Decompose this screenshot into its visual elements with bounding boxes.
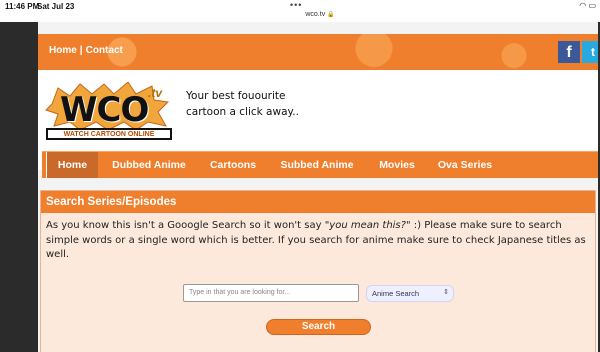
top-link-separator: | <box>79 45 83 56</box>
top-links: Home | Contact <box>49 45 123 56</box>
logo-text: WCO <box>60 90 149 130</box>
search-type-value: Anime Search <box>372 289 420 298</box>
nav-item-dubbed-anime[interactable]: Dubbed Anime <box>102 152 196 178</box>
search-type-select[interactable]: Anime Search ⇕ <box>366 285 454 302</box>
logo-banner: WATCH CARTOON ONLINE <box>46 128 172 140</box>
top-bar: Home | Contact f t <box>38 34 598 70</box>
wifi-battery-icons: ◠ ▭ <box>579 1 596 10</box>
main-nav: Home Dubbed Anime Cartoons Subbed Anime … <box>42 151 598 178</box>
lock-icon: 🔒 <box>327 12 335 18</box>
nav-item-home[interactable]: Home <box>46 152 98 178</box>
tagline-line-2: cartoon a click away.. <box>186 106 299 118</box>
search-button[interactable]: Search <box>266 319 371 335</box>
battery-icon: ▭ <box>588 1 596 10</box>
description-quote: "you mean this?" <box>324 220 411 231</box>
search-panel-title: Search Series/Episodes <box>41 191 595 213</box>
description-part-1: As you know this isn't a Gooogle Search … <box>46 220 325 231</box>
site-logo[interactable]: WCO .tv WATCH CARTOON ONLINE <box>44 82 174 148</box>
top-link-home[interactable]: Home <box>49 45 77 56</box>
search-panel: Search Series/Episodes As you know this … <box>40 190 596 352</box>
tagline-line-1: Your best fouourite <box>186 90 286 102</box>
nav-item-cartoons[interactable]: Cartoons <box>202 152 264 178</box>
nav-item-subbed-anime[interactable]: Subbed Anime <box>272 152 362 178</box>
top-link-contact[interactable]: Contact <box>86 45 123 56</box>
device-status-bar: 11:46 PM Sat Jul 23 ••• wco.tv 🔒 ◠ ▭ <box>0 0 600 22</box>
more-options-icon[interactable]: ••• <box>290 0 302 10</box>
address-bar[interactable]: wco.tv 🔒 <box>0 11 600 18</box>
nav-item-ova-series[interactable]: Ova Series <box>430 152 500 178</box>
twitter-icon[interactable]: t <box>582 41 598 63</box>
nav-item-movies[interactable]: Movies <box>370 152 424 178</box>
web-page: Home | Contact f t WCO .tv WATCH CARTOON O… <box>38 22 598 352</box>
chevron-updown-icon: ⇕ <box>443 289 449 296</box>
search-input[interactable]: Type in that you are looking for... <box>183 284 359 302</box>
site-tagline: Your best fouourite cartoon a click away… <box>186 88 336 120</box>
address-url: wco.tv <box>305 11 326 18</box>
status-date: Sat Jul 23 <box>37 2 75 11</box>
wifi-icon: ◠ <box>579 1 587 10</box>
search-panel-description: As you know this isn't a Gooogle Search … <box>46 219 586 263</box>
facebook-icon[interactable]: f <box>558 41 580 63</box>
logo-suffix: .tv <box>148 86 163 100</box>
status-time: 11:46 PM <box>5 2 40 11</box>
left-gutter <box>0 22 38 352</box>
